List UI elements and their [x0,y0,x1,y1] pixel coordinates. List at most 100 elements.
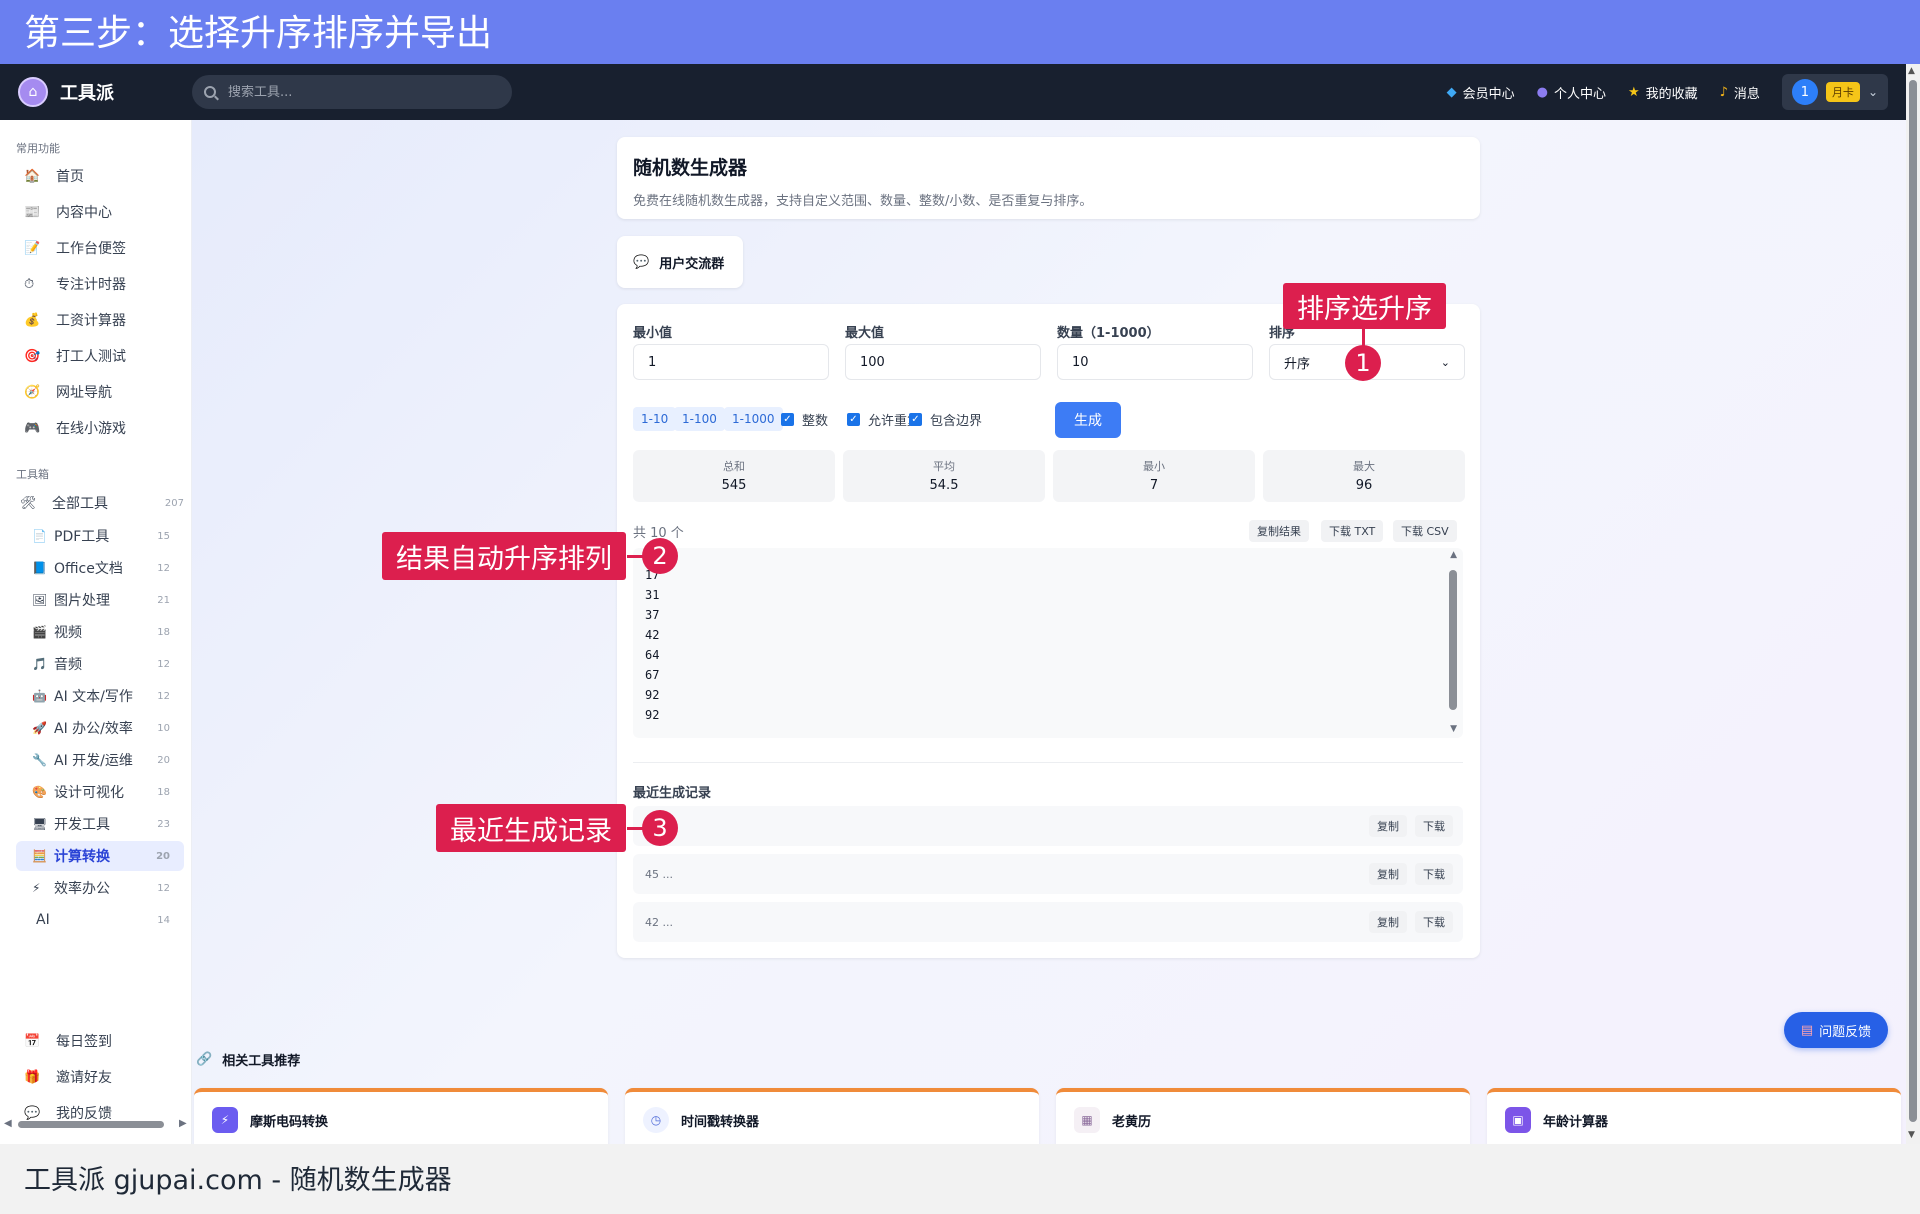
membership-badge: 月卡 [1825,82,1860,102]
history-row: 45 ... 复制 下载 [633,854,1463,894]
min-field[interactable] [633,344,829,380]
user-icon: ● [1536,84,1548,100]
scroll-left-icon[interactable]: ◀ [4,1118,12,1129]
annotation-label-1: 排序选升序 [1283,283,1446,329]
max-field[interactable] [845,344,1041,380]
sidebar-item-memo[interactable]: 📝 工作台便签 [16,233,184,263]
sidebar-item-ai-office[interactable]: 🚀 AI 办公/效率 10 [16,713,184,743]
sidebar-section-common: 常用功能 [16,142,60,155]
page-scrollbar[interactable]: ▲ ▼ [1906,64,1920,1144]
sidebar-item-design[interactable]: 🎨 设计可视化 18 [16,777,184,807]
user-menu[interactable]: 1 月卡 ⌄ [1781,74,1888,110]
annotation-label-3: 最近生成记录 [436,804,626,852]
star-icon: ★ [1627,84,1640,100]
footer-banner: 工具派 gjupai.com - 随机数生成器 [0,1144,1920,1214]
result-scrollbar-thumb[interactable] [1449,570,1457,710]
sidebar-item-ai-devops[interactable]: 🔧 AI 开发/运维 20 [16,745,184,775]
annotation-number-3: 3 [642,810,678,846]
history-copy-button[interactable]: 复制 [1369,911,1407,933]
search-input[interactable] [228,84,468,100]
download-csv-button[interactable]: 下载 CSV [1393,520,1457,542]
result-value: 92 [645,688,660,702]
nav-favorites[interactable]: ★ 我的收藏 [1628,83,1698,102]
preset-1-10[interactable]: 1-10 [633,407,677,431]
calendar-grid-icon: ▦ [1074,1107,1100,1133]
copy-results-button[interactable]: 复制结果 [1249,520,1309,542]
sidebar-item-all-tools[interactable]: 🛠 全部工具 207 [16,488,184,518]
sidebar-item-salary[interactable]: 💰 工资计算器 [16,305,184,335]
sidebar-item-checkin[interactable]: 📅 每日签到 [16,1026,184,1056]
nav-messages[interactable]: ♪ 消息 [1720,83,1760,102]
search-box[interactable] [192,75,512,109]
download-txt-button[interactable]: 下载 TXT [1321,520,1384,542]
sidebar-item-home[interactable]: 🏠 首页 [16,161,184,191]
feedback-button[interactable]: ▤ 问题反馈 [1784,1012,1888,1048]
sidebar-item-ai[interactable]: AI 14 [16,905,184,935]
sidebar-item-calc-convert[interactable]: 🧮 计算转换 20 [16,841,184,871]
sidebar-section-tools: 工具箱 [16,468,49,481]
sidebar-item-dev-tools[interactable]: 🖥 开发工具 23 [16,809,184,839]
book-icon: 📘 [32,561,47,575]
sidebar-item-url-nav[interactable]: 🧭 网址导航 [16,377,184,407]
bag-icon[interactable]: ⌂ [18,77,48,107]
gift-icon: 🎁 [24,1069,41,1085]
page-scrollbar-thumb[interactable] [1909,80,1917,1122]
min-input[interactable] [648,354,814,370]
sidebar-item-video[interactable]: 🎬 视频 18 [16,617,184,647]
box-icon: ▣ [1505,1107,1531,1133]
count-label: 数量（1-1000） [1057,326,1160,341]
result-value: 67 [645,668,660,682]
history-copy-button[interactable]: 复制 [1369,863,1407,885]
generate-button[interactable]: 生成 [1055,402,1121,438]
sidebar-item-content[interactable]: 📰 内容中心 [16,197,184,227]
include-bounds-checkbox[interactable]: ✓ 包含边界 [909,410,982,429]
sidebar-item-invite[interactable]: 🎁 邀请好友 [16,1062,184,1092]
result-textarea[interactable]: 7 17 31 37 42 64 67 92 92 ▲ ▼ [633,548,1463,738]
history-copy-button[interactable]: 复制 [1369,815,1407,837]
top-navbar: ⌂ 工具派 ◆会员中心 ●个人中心 ★我的收藏 ♪消息 1 月卡 ⌄ [0,64,1906,120]
preset-1-100[interactable]: 1-100 [674,407,725,431]
memo-icon: 📝 [24,240,41,256]
money-bag-icon: 💰 [24,312,41,328]
count-input[interactable] [1072,354,1238,370]
preset-1-1000[interactable]: 1-1000 [724,407,783,431]
history-row: 复制 下载 [633,806,1463,846]
sidebar-item-office[interactable]: 📘 Office文档 12 [16,553,184,583]
main-content: 随机数生成器 免费在线随机数生成器，支持自定义范围、数量、整数/小数、是否重复与… [192,120,1906,1144]
related-card-morse[interactable]: ⚡ 摩斯电码转换 [194,1088,608,1148]
related-card-age[interactable]: ▣ 年龄计算器 [1487,1088,1901,1148]
sidebar-item-ai-writing[interactable]: 🤖 AI 文本/写作 12 [16,681,184,711]
history-download-button[interactable]: 下载 [1415,863,1453,885]
sidebar-item-worker-test[interactable]: 🎯 打工人测试 [16,341,184,371]
max-label: 最大值 [845,326,885,341]
sidebar-item-my-feedback[interactable]: 💬 我的反馈 [16,1098,184,1128]
user-group-button[interactable]: 💬 用户交流群 [617,236,743,288]
scroll-down-icon[interactable]: ▼ [1450,724,1457,734]
scroll-up-icon[interactable]: ▲ [1908,66,1915,76]
sidebar-item-audio[interactable]: 🎵 音频 12 [16,649,184,679]
compass-icon: 🧭 [24,384,41,400]
integer-checkbox[interactable]: ✓ 整数 [781,410,828,429]
min-label: 最小值 [633,326,673,341]
target-icon: 🎯 [24,348,41,364]
max-input[interactable] [860,354,1026,370]
bolt-icon: ⚡ [212,1107,238,1133]
sidebar-item-efficiency[interactable]: ⚡ 效率办公 12 [16,873,184,903]
related-card-timestamp[interactable]: ◷ 时间戳转换器 [625,1088,1039,1148]
sidebar-item-image[interactable]: 🖼 图片处理 21 [16,585,184,615]
sidebar-item-timer[interactable]: ⏱ 专注计时器 [16,269,184,299]
scroll-down-icon[interactable]: ▼ [1908,1130,1915,1140]
history-download-button[interactable]: 下载 [1415,815,1453,837]
nav-personal-center[interactable]: ● 个人中心 [1537,83,1606,102]
sidebar-item-pdf[interactable]: 📄 PDF工具 15 [16,521,184,551]
brand-name[interactable]: 工具派 [60,79,114,105]
speech-bubble-icon: 💬 [633,254,650,270]
page-description: 免费在线随机数生成器，支持自定义范围、数量、整数/小数、是否重复与排序。 [633,194,1093,209]
related-card-almanac[interactable]: ▦ 老黄历 [1056,1088,1470,1148]
sidebar-item-games[interactable]: 🎮 在线小游戏 [16,413,184,443]
history-download-button[interactable]: 下载 [1415,911,1453,933]
nav-member-center[interactable]: ◆ 会员中心 [1447,83,1515,102]
stat-min: 最小 7 [1053,450,1255,502]
scroll-up-icon[interactable]: ▲ [1450,550,1457,560]
count-field[interactable] [1057,344,1253,380]
